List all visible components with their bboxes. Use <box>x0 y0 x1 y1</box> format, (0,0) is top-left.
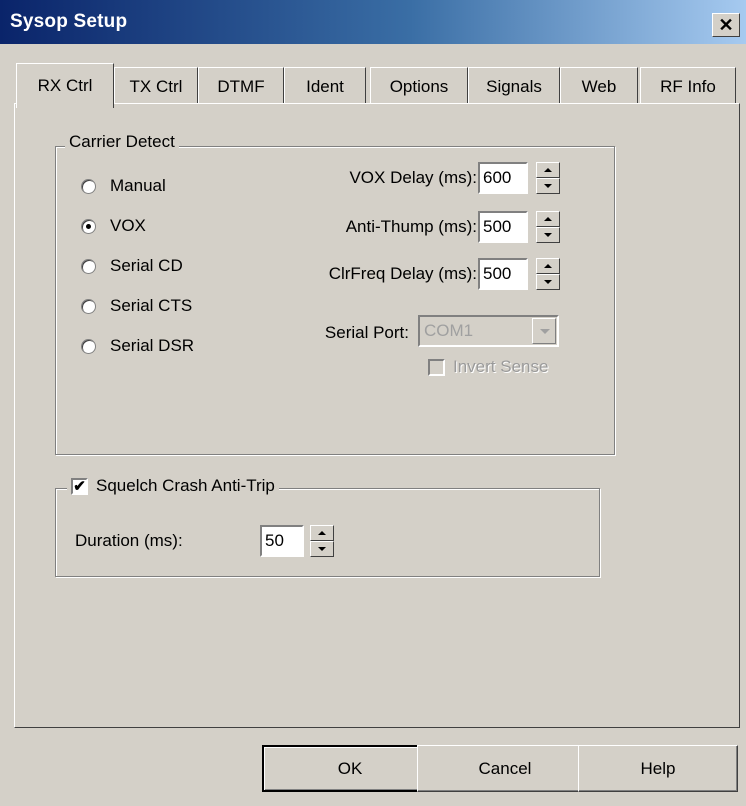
cancel-button[interactable]: Cancel <box>417 745 593 792</box>
radio-serial-dsr-label: Serial DSR <box>110 336 195 355</box>
close-button[interactable]: ✕ <box>712 13 740 37</box>
tab-panel: Carrier Detect Manual VOX Serial CD Seri… <box>14 103 740 728</box>
radio-manual-label: Manual <box>110 176 166 195</box>
vox-delay-input[interactable]: 600 <box>478 162 528 194</box>
squelch-label: Squelch Crash Anti-Trip <box>96 476 275 495</box>
duration-spinner[interactable] <box>310 525 334 557</box>
radio-serial-cd-label: Serial CD <box>110 256 183 275</box>
carrier-detect-legend: Carrier Detect <box>65 132 179 152</box>
clrfreq-delay-spinner[interactable] <box>536 258 560 290</box>
radio-serial-cd[interactable]: Serial CD <box>81 256 183 276</box>
spin-up-icon[interactable] <box>310 525 334 541</box>
clrfreq-delay-input[interactable]: 500 <box>478 258 528 290</box>
radio-serial-cts-circle[interactable] <box>81 298 96 314</box>
tab-rf-info[interactable]: RF Info <box>640 67 736 105</box>
radio-manual-circle[interactable] <box>81 178 96 194</box>
tab-tx-ctrl[interactable]: TX Ctrl <box>114 67 198 105</box>
invert-sense-checkbox[interactable] <box>428 359 445 376</box>
close-icon: ✕ <box>718 15 734 35</box>
spin-down-icon[interactable] <box>536 274 560 290</box>
spin-down-icon[interactable] <box>310 541 334 557</box>
spin-down-icon[interactable] <box>536 178 560 194</box>
ok-button[interactable]: OK <box>262 745 438 792</box>
anti-thump-input[interactable]: 500 <box>478 211 528 243</box>
serial-port-label: Serial Port: <box>324 323 409 342</box>
radio-vox[interactable]: VOX <box>81 216 146 236</box>
serial-port-select[interactable]: COM1 <box>418 315 559 347</box>
spin-up-icon[interactable] <box>536 258 560 274</box>
tab-dtmf[interactable]: DTMF <box>198 67 284 105</box>
radio-serial-cts[interactable]: Serial CTS <box>81 296 192 316</box>
vox-delay-spinner[interactable] <box>536 162 560 194</box>
squelch-legend: ✔ Squelch Crash Anti-Trip <box>67 476 279 496</box>
radio-serial-dsr[interactable]: Serial DSR <box>81 336 194 356</box>
duration-label: Duration (ms): <box>75 531 183 550</box>
radio-serial-cts-label: Serial CTS <box>110 296 193 315</box>
clrfreq-delay-label: ClrFreq Delay (ms): <box>328 264 477 283</box>
tab-signals[interactable]: Signals <box>468 67 560 105</box>
vox-delay-label: VOX Delay (ms): <box>349 168 477 187</box>
spin-up-icon[interactable] <box>536 162 560 178</box>
tab-options[interactable]: Options <box>370 67 468 105</box>
anti-thump-label: Anti-Thump (ms): <box>345 217 477 236</box>
spin-up-icon[interactable] <box>536 211 560 227</box>
radio-manual[interactable]: Manual <box>81 176 166 196</box>
radio-vox-label: VOX <box>110 216 146 235</box>
spin-down-icon[interactable] <box>536 227 560 243</box>
window-title: Sysop Setup <box>10 11 128 32</box>
tab-web[interactable]: Web <box>560 67 638 105</box>
tab-ident[interactable]: Ident <box>284 67 366 105</box>
radio-serial-dsr-circle[interactable] <box>81 338 96 354</box>
chevron-down-icon[interactable] <box>532 318 556 344</box>
duration-input[interactable]: 50 <box>260 525 304 557</box>
tab-rx-ctrl[interactable]: RX Ctrl <box>16 63 114 108</box>
title-bar: Sysop Setup ✕ <box>0 0 746 44</box>
anti-thump-spinner[interactable] <box>536 211 560 243</box>
help-button[interactable]: Help <box>578 745 738 792</box>
serial-port-value: COM1 <box>424 321 474 340</box>
squelch-checkbox[interactable]: ✔ <box>71 477 88 495</box>
radio-serial-cd-circle[interactable] <box>81 258 96 274</box>
invert-sense-label: Invert Sense <box>453 357 549 376</box>
radio-vox-circle[interactable] <box>81 218 96 234</box>
